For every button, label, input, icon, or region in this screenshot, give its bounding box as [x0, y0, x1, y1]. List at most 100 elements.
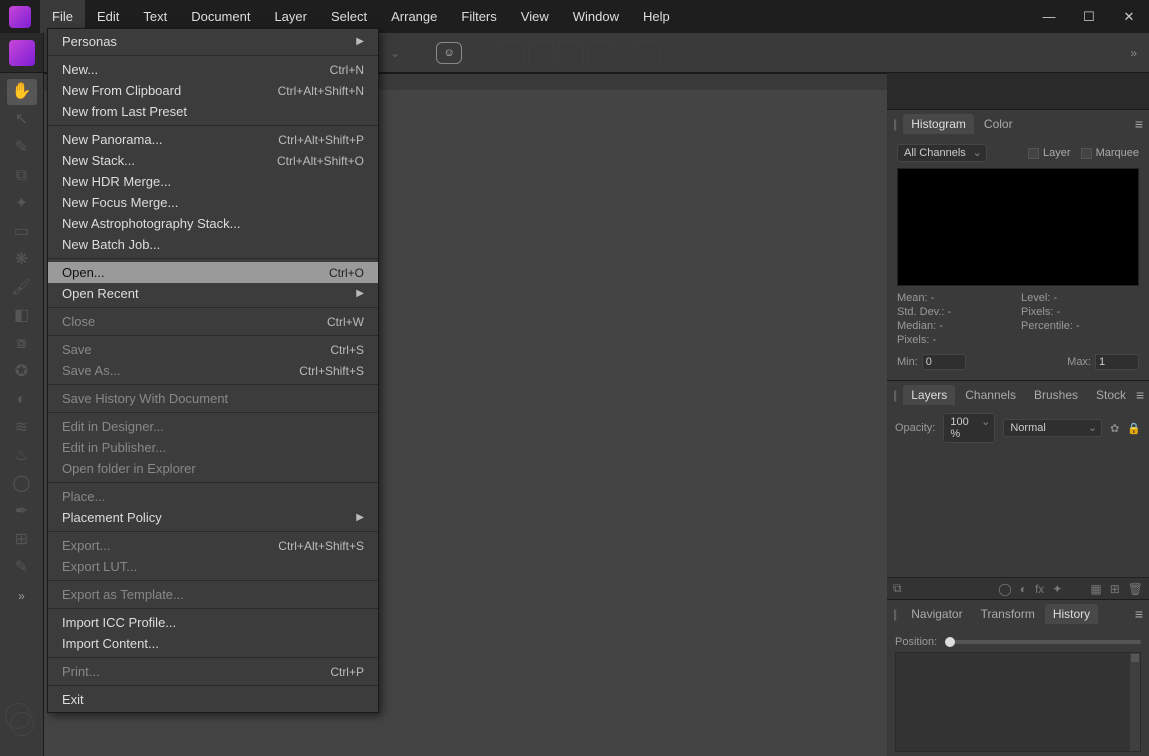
paint-brush[interactable]: 🖌: [7, 275, 37, 301]
mask-icon[interactable]: ◯: [998, 582, 1011, 596]
gear-icon[interactable]: ✿: [1110, 422, 1119, 435]
hand-tool[interactable]: ✋: [7, 79, 37, 105]
menuitem-new-batch-job[interactable]: New Batch Job...: [48, 234, 378, 255]
window-maximize[interactable]: ☐: [1069, 0, 1109, 33]
max-input[interactable]: [1095, 354, 1139, 370]
menuitem-save-history-with-document: Save History With Document: [48, 388, 378, 409]
menuitem-exit[interactable]: Exit: [48, 689, 378, 710]
position-slider[interactable]: [945, 640, 1141, 644]
menuitem-export-as-template: Export as Template...: [48, 584, 378, 605]
stat-pixels: Pixels: -: [897, 334, 1015, 346]
menuitem-open-recent[interactable]: Open Recent▶: [48, 283, 378, 304]
menuitem-new[interactable]: New...Ctrl+N: [48, 59, 378, 80]
min-label: Min:: [897, 356, 918, 368]
color-picker[interactable]: ✎: [7, 135, 37, 161]
menuitem-new-panorama[interactable]: New Panorama...Ctrl+Alt+Shift+P: [48, 129, 378, 150]
flood-select[interactable]: ❋: [7, 247, 37, 273]
add-pixel-layer-icon[interactable]: ▦: [1090, 582, 1101, 596]
fx-icon[interactable]: fx: [1035, 582, 1044, 596]
mesh[interactable]: ⊞: [7, 527, 37, 553]
scrollbar[interactable]: [1130, 653, 1140, 751]
assistant-icon[interactable]: ☺: [436, 42, 462, 64]
inpaint[interactable]: ✪: [7, 359, 37, 385]
erase[interactable]: ◧: [7, 303, 37, 329]
menu-help[interactable]: Help: [631, 0, 682, 33]
tools-overflow[interactable]: »: [18, 589, 25, 603]
panel-drag-handle[interactable]: ||: [893, 388, 901, 402]
panel-layers: || Layers Channels Brushes Stock ≡ Opaci…: [887, 380, 1149, 599]
marquee-checkbox[interactable]: [1081, 148, 1092, 159]
blur[interactable]: ♨: [7, 443, 37, 469]
menu-arrange[interactable]: Arrange: [379, 0, 449, 33]
history-list[interactable]: [895, 652, 1141, 752]
marquee[interactable]: ▭: [7, 219, 37, 245]
panel-menu-icon[interactable]: ≡: [1135, 116, 1143, 132]
menuitem-edit-in-designer: Edit in Designer...: [48, 416, 378, 437]
menuitem-export: Export...Ctrl+Alt+Shift+S: [48, 535, 378, 556]
live-filter-icon[interactable]: ✦: [1052, 582, 1062, 596]
histogram-display: [897, 168, 1139, 286]
tab-transform[interactable]: Transform: [973, 604, 1043, 624]
menu-filters[interactable]: Filters: [449, 0, 508, 33]
panel-drag-handle[interactable]: ||: [893, 117, 901, 131]
move-tool[interactable]: ↖: [7, 107, 37, 133]
stat-median: Median: -: [897, 320, 1015, 332]
tb-btn-11[interactable]: [528, 40, 554, 66]
color-swatch[interactable]: [10, 712, 34, 736]
menuitem-new-astrophotography-stack[interactable]: New Astrophotography Stack...: [48, 213, 378, 234]
text[interactable]: ✎: [7, 555, 37, 581]
menuitem-new-hdr-merge[interactable]: New HDR Merge...: [48, 171, 378, 192]
min-input[interactable]: [922, 354, 966, 370]
tb-btn-12[interactable]: [558, 40, 584, 66]
pen[interactable]: ✒: [7, 499, 37, 525]
tab-stock[interactable]: Stock: [1088, 385, 1134, 405]
add-layer-icon[interactable]: ⊞: [1110, 582, 1120, 596]
menuitem-new-stack[interactable]: New Stack...Ctrl+Alt+Shift+O: [48, 150, 378, 171]
persona-icon[interactable]: [0, 33, 44, 73]
menu-window[interactable]: Window: [561, 0, 631, 33]
smudge[interactable]: ≋: [7, 415, 37, 441]
panel-drag-handle[interactable]: ||: [893, 607, 901, 621]
menuitem-new-from-clipboard[interactable]: New From ClipboardCtrl+Alt+Shift+N: [48, 80, 378, 101]
menuitem-open[interactable]: Open...Ctrl+O: [48, 262, 378, 283]
menuitem-import-icc-profile[interactable]: Import ICC Profile...: [48, 612, 378, 633]
tab-layers[interactable]: Layers: [903, 385, 955, 405]
toolbar-overflow[interactable]: »: [1130, 46, 1143, 60]
selection-brush[interactable]: ✦: [7, 191, 37, 217]
menuitem-placement-policy[interactable]: Placement Policy▶: [48, 507, 378, 528]
tab-history[interactable]: History: [1045, 604, 1098, 624]
menu-view[interactable]: View: [509, 0, 561, 33]
dodge[interactable]: ◐: [7, 387, 37, 413]
panel-menu-icon[interactable]: ≡: [1135, 606, 1143, 622]
opacity-label: Opacity:: [895, 422, 935, 434]
sponge[interactable]: ◯: [7, 471, 37, 497]
menuitem-new-from-last-preset[interactable]: New from Last Preset: [48, 101, 378, 122]
channel-combo[interactable]: All Channels: [897, 144, 987, 162]
crop-tool[interactable]: ⧉: [7, 163, 37, 189]
clone[interactable]: ⧇: [7, 331, 37, 357]
tb-btn-10[interactable]: [498, 40, 524, 66]
lock-icon[interactable]: 🔒: [1127, 422, 1141, 435]
app-icon: [0, 0, 40, 33]
layer-group-icon[interactable]: ⧉: [893, 581, 902, 596]
opacity-combo[interactable]: 100 %: [943, 413, 995, 443]
layers-list[interactable]: [895, 447, 1141, 573]
menuitem-personas[interactable]: Personas▶: [48, 31, 378, 52]
window-minimize[interactable]: —: [1029, 0, 1069, 33]
tb-btn-14[interactable]: [634, 40, 660, 66]
tb-btn-13[interactable]: [588, 40, 614, 66]
layer-label: Layer: [1043, 147, 1071, 159]
tab-channels[interactable]: Channels: [957, 385, 1024, 405]
menuitem-new-focus-merge[interactable]: New Focus Merge...: [48, 192, 378, 213]
tab-brushes[interactable]: Brushes: [1026, 385, 1086, 405]
window-close[interactable]: ✕: [1109, 0, 1149, 33]
tab-navigator[interactable]: Navigator: [903, 604, 970, 624]
tab-color[interactable]: Color: [976, 114, 1021, 134]
menuitem-import-content[interactable]: Import Content...: [48, 633, 378, 654]
delete-layer-icon[interactable]: 🗑: [1128, 582, 1143, 596]
blend-combo[interactable]: Normal: [1003, 419, 1102, 437]
tab-histogram[interactable]: Histogram: [903, 114, 974, 134]
panel-menu-icon[interactable]: ≡: [1136, 387, 1144, 403]
adjustment-icon[interactable]: ◐: [1020, 582, 1027, 596]
layer-checkbox[interactable]: [1028, 148, 1039, 159]
